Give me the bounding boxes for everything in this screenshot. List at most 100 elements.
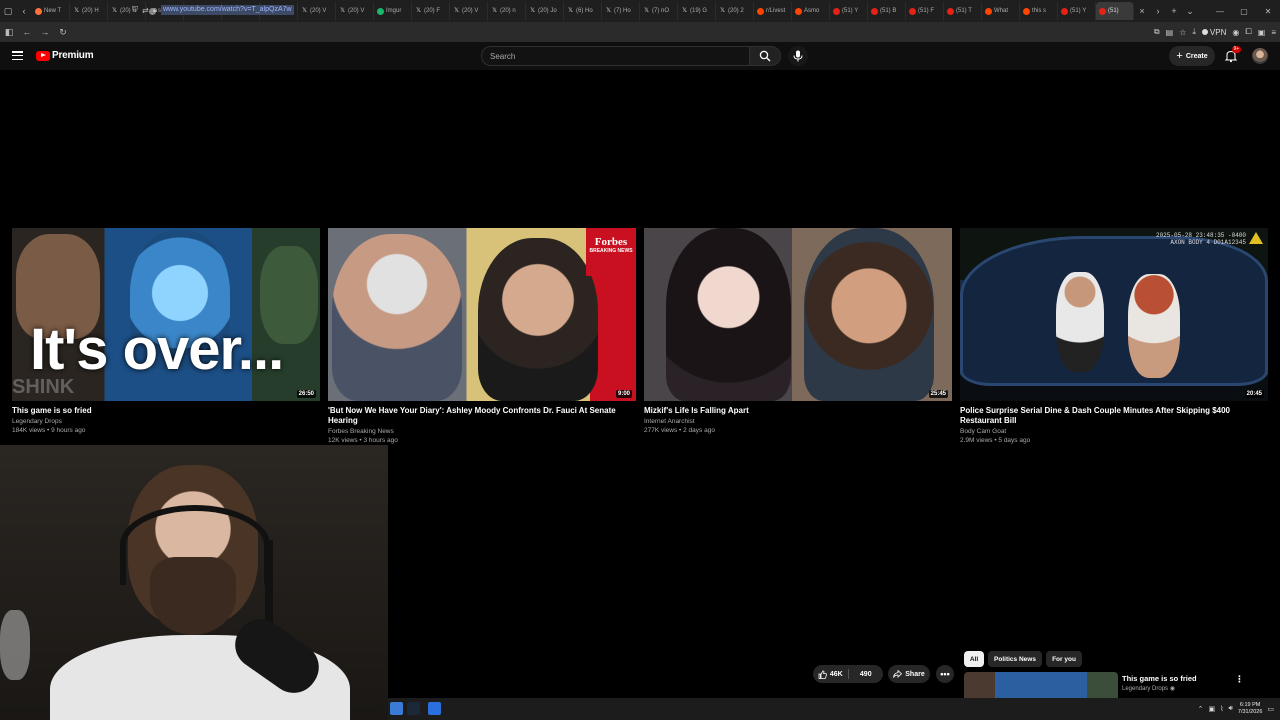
minimize-icon[interactable]: — bbox=[1208, 7, 1232, 16]
browser-tab[interactable]: (51) bbox=[1096, 2, 1134, 20]
video-title[interactable]: This game is so fried bbox=[12, 406, 320, 416]
video-meta: 12K views • 3 hours ago bbox=[328, 437, 398, 444]
like-count: 46K bbox=[829, 670, 843, 678]
screenshot-icon[interactable]: ⧉ bbox=[1154, 27, 1160, 37]
channel-name[interactable]: Legendary Drops bbox=[12, 417, 320, 426]
video-card[interactable]: 2025-05-28 23:48:35 -0400 AXON BODY 4 D0… bbox=[960, 228, 1268, 445]
video-title[interactable]: 'But Now We Have Your Diary': Ashley Moo… bbox=[328, 406, 636, 426]
create-button[interactable]: + Create bbox=[1169, 46, 1215, 66]
thumbnail-text: It's over... bbox=[30, 317, 284, 382]
video-thumbnail[interactable]: It's over... SHINK 26:50 bbox=[12, 228, 320, 401]
video-title[interactable]: Mizkif's Life Is Falling Apart bbox=[644, 406, 952, 416]
lock-icon[interactable]: 🔒︎ bbox=[153, 5, 157, 15]
video-meta: 2.9M views • 5 days ago bbox=[960, 437, 1031, 444]
window-controls: — ▢ ✕ bbox=[1208, 0, 1280, 22]
x-icon: 𝕏 bbox=[74, 7, 79, 14]
tab-label: (51) bbox=[1108, 8, 1119, 14]
video-meta: 184K views • 9 hours ago bbox=[12, 427, 86, 434]
windows-taskbar: ⌃ ▣ ⌇ 🔊︎ 6:19 PM 7/31/2026 ▭ bbox=[388, 698, 1280, 720]
url-field[interactable]: ⛉ ⇄ 🔒︎ www.youtube.com/watch?v=T_alpQzA7… bbox=[132, 3, 1092, 17]
forbes-badge: Forbes BREAKING NEWS bbox=[586, 228, 636, 276]
taskbar-app-icon[interactable] bbox=[390, 702, 403, 715]
tab-scroll-left-icon[interactable]: ‹ bbox=[16, 0, 32, 22]
search-button[interactable] bbox=[749, 46, 781, 66]
extensions-icon[interactable]: ⧠ bbox=[1245, 27, 1251, 37]
youtube-play-icon bbox=[36, 50, 50, 61]
chip-politics-news[interactable]: Politics News bbox=[988, 651, 1042, 667]
more-actions-button[interactable]: ••• bbox=[936, 665, 954, 683]
maximize-icon[interactable]: ▢ bbox=[1232, 7, 1256, 16]
tab-list-chevron-icon[interactable]: ⌄ bbox=[1182, 0, 1198, 22]
channel-name[interactable]: Body Cam Goat bbox=[960, 427, 1268, 436]
steam-icon[interactable] bbox=[407, 702, 420, 715]
new-tab-icon[interactable]: + bbox=[1166, 0, 1182, 22]
video-title[interactable]: Police Surprise Serial Dine & Dash Coupl… bbox=[960, 406, 1268, 426]
firefox-icon bbox=[35, 7, 42, 15]
bookmark-star-icon[interactable]: ☆ bbox=[1179, 28, 1186, 37]
video-thumbnail[interactable]: 2025-05-28 23:48:35 -0400 AXON BODY 4 D0… bbox=[960, 228, 1268, 401]
forward-icon[interactable]: → bbox=[36, 27, 54, 37]
youtube-logo[interactable]: Premium bbox=[36, 50, 94, 61]
close-tab-icon[interactable]: × bbox=[1134, 0, 1150, 22]
x-icon: 𝕏 bbox=[112, 7, 117, 14]
plus-icon: + bbox=[1176, 50, 1183, 62]
tray-chevron-icon[interactable]: ⌃ bbox=[1198, 705, 1204, 713]
up-next-channel-name: Legendary Drops bbox=[1122, 686, 1169, 692]
shield-icon[interactable]: ⛉ bbox=[132, 5, 138, 15]
browser-tab[interactable]: New T bbox=[32, 2, 70, 20]
like-dislike-segment[interactable]: 46K 490 bbox=[813, 665, 883, 683]
tray-app-icon[interactable]: ▣ bbox=[1208, 705, 1215, 713]
search-input[interactable] bbox=[481, 46, 749, 66]
breaking-news-text: BREAKING NEWS bbox=[589, 248, 633, 254]
up-next-menu-icon[interactable]: ⋮ bbox=[1235, 674, 1244, 685]
tab-scroll-right-icon[interactable]: › bbox=[1150, 0, 1166, 22]
vpn-label: VPN bbox=[1209, 27, 1227, 37]
sidebar-toggle-icon[interactable]: ◧ bbox=[0, 27, 18, 38]
account-avatar[interactable] bbox=[1252, 48, 1268, 64]
comments-count-button[interactable]: 490 bbox=[849, 671, 884, 678]
close-window-icon[interactable]: ✕ bbox=[1256, 7, 1280, 16]
volume-icon[interactable]: 🔊︎ bbox=[1228, 705, 1232, 713]
chip-all[interactable]: All bbox=[964, 651, 984, 667]
permissions-icon[interactable]: ⇄ bbox=[142, 6, 149, 15]
vpn-button[interactable]: VPN bbox=[1201, 27, 1227, 37]
share-button[interactable]: Share bbox=[888, 665, 930, 683]
clock-time: 6:19 PM bbox=[1239, 702, 1261, 708]
streamer-webcam bbox=[0, 445, 388, 720]
download-icon[interactable]: ⤓ bbox=[1192, 27, 1196, 37]
back-icon[interactable]: ← bbox=[18, 27, 36, 37]
video-card[interactable]: 25:45 Mizkif's Life Is Falling Apart Int… bbox=[644, 228, 952, 435]
like-button[interactable]: 46K bbox=[813, 670, 848, 679]
reload-icon[interactable]: ↻ bbox=[54, 27, 72, 38]
video-thumbnail[interactable]: 25:45 bbox=[644, 228, 952, 401]
video-meta: 277K views • 2 days ago bbox=[644, 427, 715, 434]
account-icon[interactable]: ◉ bbox=[1232, 28, 1239, 37]
notifications-icon[interactable]: ▭ bbox=[1267, 705, 1274, 713]
taskbar-clock[interactable]: 6:19 PM 7/31/2026 bbox=[1238, 702, 1262, 716]
search-icon bbox=[759, 50, 771, 62]
tab-label: (20) H bbox=[82, 8, 99, 14]
duration-badge: 9:00 bbox=[615, 390, 632, 398]
up-next-channel[interactable]: Legendary Drops ◉ bbox=[1122, 685, 1175, 692]
video-card[interactable]: It's over... SHINK 26:50 This game is so… bbox=[12, 228, 320, 435]
browser-menu-icon[interactable]: ≡ bbox=[1271, 28, 1276, 37]
channel-name[interactable]: Internet Anarchist bbox=[644, 417, 952, 426]
thumbs-up-icon bbox=[818, 670, 827, 679]
up-next-thumbnail[interactable] bbox=[964, 672, 1118, 698]
guide-menu-icon[interactable] bbox=[12, 51, 23, 60]
bodycam-timestamp: 2025-05-28 23:48:35 -0400 AXON BODY 4 D0… bbox=[1155, 232, 1246, 246]
video-card[interactable]: Forbes BREAKING NEWS 9:00 'But Now We Ha… bbox=[328, 228, 636, 445]
voice-search-button[interactable] bbox=[788, 46, 808, 66]
extension-badge-icon[interactable]: ▣ bbox=[1258, 28, 1266, 37]
url-text[interactable]: www.youtube.com/watch?v=T_alpQzA7w bbox=[160, 5, 294, 15]
logo-text: Premium bbox=[52, 50, 94, 61]
taskbar-app-icon[interactable] bbox=[428, 702, 441, 715]
video-thumbnail[interactable]: Forbes BREAKING NEWS 9:00 bbox=[328, 228, 636, 401]
up-next-title[interactable]: This game is so fried bbox=[1122, 674, 1197, 683]
tab-overview-icon[interactable]: ▢ bbox=[0, 0, 16, 22]
network-icon[interactable]: ⌇ bbox=[1220, 705, 1223, 713]
channel-name[interactable]: Forbes Breaking News bbox=[328, 427, 636, 436]
browser-tab[interactable]: 𝕏 (20) H bbox=[70, 2, 108, 20]
chip-for-you[interactable]: For you bbox=[1046, 651, 1082, 667]
reader-view-icon[interactable]: ▤ bbox=[1166, 28, 1174, 37]
